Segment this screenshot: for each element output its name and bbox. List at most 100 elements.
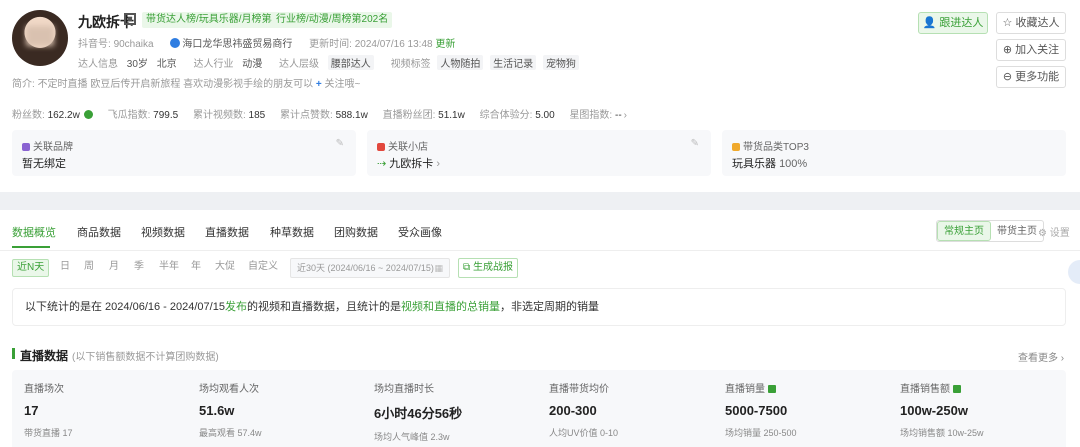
- active-tab-indicator: [12, 246, 50, 248]
- brand-card: 关联品牌 暂无绑定 ✎: [12, 130, 356, 176]
- brand-value: 暂无绑定: [22, 158, 66, 170]
- shop-card: 关联小店 ⇢ 九欧拆卡 › ✎: [367, 130, 711, 176]
- chevron-right-icon: ›: [433, 158, 441, 170]
- douyin-label: 抖音号:: [78, 39, 111, 50]
- generate-report-button[interactable]: ⧉ 生成战报: [458, 258, 518, 278]
- info-label: 达人信息: [78, 59, 118, 70]
- metric-live-revenue: 直播销售额 100w-250w 场均销售额 10w-25w: [900, 384, 984, 438]
- regular-home-button[interactable]: 常规主页: [937, 221, 991, 241]
- home-toggle: 常规主页 带货主页: [936, 220, 1044, 242]
- industry-label: 达人行业: [193, 59, 234, 70]
- qr-code-icon[interactable]: [124, 13, 136, 25]
- video-tag: 宠物狗: [542, 55, 579, 70]
- star-index: --: [615, 110, 622, 121]
- settings-button[interactable]: ⚙ 设置: [1038, 224, 1070, 239]
- chart-icon[interactable]: [953, 385, 961, 393]
- see-more-link[interactable]: 查看更多 ›: [1018, 349, 1064, 364]
- avatar[interactable]: [12, 10, 68, 66]
- age: 30岁: [126, 59, 148, 70]
- video-tag-label: 视频标签: [390, 59, 431, 70]
- more-functions-button[interactable]: ⊖ 更多功能: [996, 66, 1066, 88]
- gear-icon: ⚙: [1038, 228, 1050, 239]
- live-metrics: 直播场次 17 带货直播 17 场均观看人次 51.6w 最高观看 57.4w …: [12, 370, 1066, 447]
- date-range-picker[interactable]: 近30天 (2024/06/16 ~ 2024/07/15) ▦: [290, 258, 450, 278]
- metric-avg-duration: 场均直播时长 6小时46分56秒 场均人气峰值 2.3w: [374, 384, 463, 442]
- range-half-year[interactable]: 半年: [159, 259, 179, 277]
- douyin-id: 90chaika: [113, 39, 154, 50]
- range-year[interactable]: 年: [191, 259, 201, 277]
- range-quarter[interactable]: 季: [134, 259, 144, 277]
- chart-icon[interactable]: [768, 385, 776, 393]
- stats-row: 粉丝数: 162.2w 飞瓜指数: 799.5 累计视频数: 185 累计点赞数…: [12, 110, 628, 121]
- edit-icon[interactable]: ✎: [691, 138, 699, 149]
- bio-label: 简介:: [12, 79, 35, 90]
- experience-score: 5.00: [535, 110, 555, 121]
- range-custom[interactable]: 自定义: [248, 259, 278, 277]
- tab-overview[interactable]: 数据概览: [12, 224, 56, 240]
- tab-divider: [0, 250, 1080, 251]
- likes-count: 588.1w: [335, 110, 368, 121]
- video-tag: 生活记录: [490, 55, 537, 70]
- metric-avg-views: 场均观看人次 51.6w 最高观看 57.4w: [199, 384, 262, 438]
- metric-live-sales: 直播销量 5000-7500 场均销量 250-500: [725, 384, 797, 438]
- update-label: 更新时间:: [309, 39, 352, 50]
- plus-circle-icon: ⊕: [1002, 44, 1016, 56]
- more-icon: ⊖: [1002, 71, 1016, 83]
- level-pill: 腰部达人: [327, 55, 374, 70]
- range-n-days[interactable]: 近N天: [12, 259, 50, 277]
- category-icon: [732, 143, 740, 151]
- link-icon: ⇢: [377, 158, 390, 170]
- star-icon: ☆: [1002, 17, 1016, 29]
- tab-groupbuy[interactable]: 团购数据: [334, 224, 378, 240]
- profile-panel: 九欧拆卡 带货达人榜/玩具乐器/月榜第41名 行业榜/动漫/周榜第202名 抖音…: [0, 0, 1080, 192]
- tab-live[interactable]: 直播数据: [205, 224, 249, 240]
- city: 北京: [156, 59, 177, 70]
- category-card: 带货品类TOP3 玩具乐器 100%: [722, 130, 1066, 176]
- video-count: 185: [248, 110, 266, 121]
- brand-icon: [22, 143, 30, 151]
- account-row: 抖音号: 90chaika 海口龙华思祎盛贸易商行 更新时间: 2024/07/…: [78, 35, 455, 50]
- main-panel: 数据概览 商品数据 视频数据 直播数据 种草数据 团购数据 受众画像 常规主页带…: [0, 210, 1080, 447]
- level-label: 达人层级: [279, 59, 320, 70]
- rank-tag-anime[interactable]: 行业榜/动漫/周榜第202名: [272, 12, 393, 28]
- live-section-title: 直播数据 (以下销售额数据不计算团购数据): [20, 349, 219, 363]
- feigua-index: 799.5: [153, 110, 179, 121]
- info-row: 达人信息 30岁 北京 达人行业 动漫 达人层级 腰部达人 视频标签 人物随拍 …: [78, 55, 583, 70]
- user-plus-icon: 👤: [922, 17, 940, 29]
- category-value: 玩具乐器: [732, 158, 776, 170]
- calendar-icon: ▦: [434, 263, 443, 273]
- category-pct: 100%: [779, 158, 808, 170]
- industry: 动漫: [242, 59, 263, 70]
- video-tag: 人物随拍: [437, 55, 484, 70]
- metric-live-count: 直播场次 17 带货直播 17: [24, 384, 73, 438]
- follow-tag: 关注哦~: [324, 79, 361, 90]
- tab-audience[interactable]: 受众画像: [398, 224, 442, 240]
- update-link[interactable]: 更新: [435, 39, 455, 50]
- favorite-button[interactable]: ☆ 收藏达人: [996, 12, 1066, 34]
- company-name[interactable]: 海口龙华思祎盛贸易商行: [182, 39, 292, 50]
- verified-icon: [170, 38, 181, 48]
- bio-row: 简介: 不定时直播 欧豆后传开启新旅程 喜欢动漫影视手绘的朋友可以 + 关注哦~: [12, 75, 360, 90]
- tab-products[interactable]: 商品数据: [77, 224, 121, 240]
- stats-notice: 以下统计的是在 2024/06/16 - 2024/07/15发布的视频和直播数…: [12, 288, 1066, 326]
- section-marker: [12, 348, 15, 359]
- add-watch-button[interactable]: ⊕ 加入关注: [996, 39, 1066, 61]
- edit-icon[interactable]: ✎: [336, 138, 344, 149]
- update-time: 2024/07/16 13:48: [354, 39, 433, 50]
- plus-icon: +: [315, 79, 322, 90]
- sales-home-button[interactable]: 带货主页: [991, 222, 1043, 242]
- range-week[interactable]: 周: [84, 259, 94, 277]
- trend-icon: [83, 110, 93, 119]
- live-fans-club: 51.1w: [438, 110, 465, 121]
- shop-icon: [377, 143, 385, 151]
- follow-influencer-button[interactable]: 👤 跟进达人: [918, 12, 988, 34]
- tab-seeding[interactable]: 种草数据: [270, 224, 314, 240]
- range-month[interactable]: 月: [109, 259, 119, 277]
- tab-videos[interactable]: 视频数据: [141, 224, 185, 240]
- export-icon: ⧉: [463, 262, 473, 273]
- fans-count: 162.2w: [47, 110, 80, 121]
- chevron-right-icon[interactable]: ›: [624, 110, 627, 121]
- range-promo[interactable]: 大促: [215, 259, 235, 277]
- range-day[interactable]: 日: [60, 259, 70, 277]
- shop-value[interactable]: 九欧拆卡: [389, 158, 433, 170]
